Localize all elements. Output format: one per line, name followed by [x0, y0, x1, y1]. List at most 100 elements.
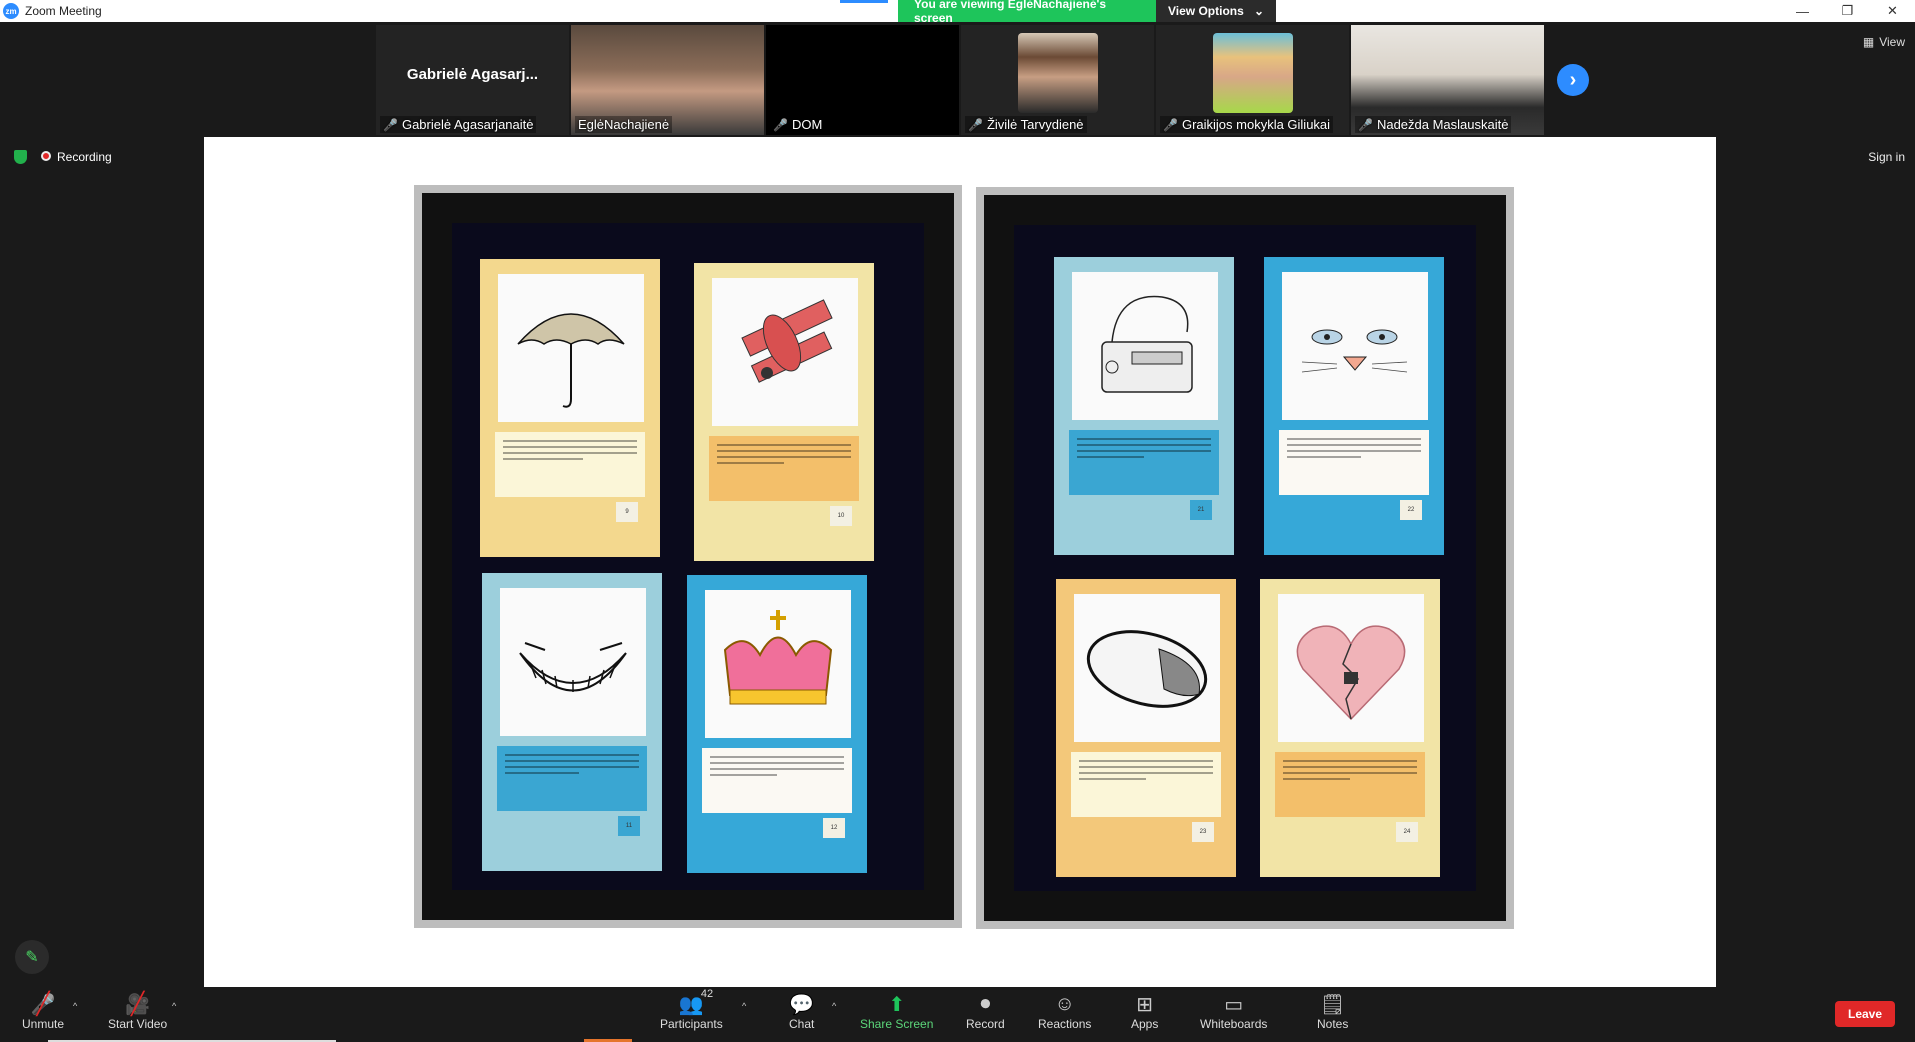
participant-label: 🎤 Nadežda Maslauskaitė	[1355, 116, 1512, 133]
whiteboards-button[interactable]: ▭ Whiteboards	[1200, 991, 1268, 1032]
view-layout-button[interactable]: ▦ View	[1863, 35, 1905, 49]
start-video-button[interactable]: 🎥 ╱ Start Video	[108, 991, 167, 1031]
participant-label: 🎤 Živilė Tarvydienė	[965, 116, 1087, 133]
participant-name: DOM	[791, 117, 823, 132]
notes-button[interactable]: 🗒 Notes	[1317, 991, 1349, 1032]
view-options-label: View Options	[1168, 4, 1244, 18]
mic-off-icon: 🎤 ╱	[30, 991, 56, 1016]
participant-name: Živilė Tarvydienė	[986, 117, 1084, 132]
card-number: 12	[823, 818, 845, 838]
viewing-banner: You are viewing EglėNachajienė's screen …	[898, 0, 1278, 25]
participant-tile[interactable]: 🎤 Nadežda Maslauskaitė	[1351, 25, 1544, 135]
participant-name: EglėNachajienė	[578, 117, 670, 132]
reactions-button[interactable]: ☺ Reactions	[1038, 991, 1092, 1032]
artwork-card: 21	[1054, 257, 1234, 555]
whiteboards-label: Whiteboards	[1200, 1017, 1268, 1031]
chat-icon: 💬	[789, 993, 815, 1016]
artwork-card: 12	[687, 575, 867, 873]
annotate-button[interactable]: ✎	[15, 940, 49, 974]
participant-tile[interactable]: Gabrielė Agasarj... 🎤 Gabrielė Agasarjan…	[376, 25, 569, 135]
artwork-image	[712, 278, 858, 426]
participant-tile[interactable]: 🎤 Živilė Tarvydienė	[961, 25, 1154, 135]
window-controls: — ❐ ✕	[1780, 0, 1915, 22]
artwork-caption	[1069, 430, 1219, 495]
artwork-card: 22	[1264, 257, 1444, 555]
video-options-caret[interactable]: ^	[172, 1001, 176, 1011]
audio-options-caret[interactable]: ^	[73, 1001, 77, 1011]
reactions-label: Reactions	[1038, 1017, 1092, 1031]
artwork-caption	[1275, 752, 1425, 817]
share-screen-icon: ⬆	[888, 993, 906, 1016]
participants-label: Participants	[660, 1017, 723, 1031]
chat-options-caret[interactable]: ^	[832, 1001, 836, 1011]
participants-button[interactable]: 👥 42 Participants	[660, 988, 723, 1031]
artwork-board-right: 21 22 23 24	[976, 187, 1514, 929]
participant-name: Nadežda Maslauskaitė	[1376, 117, 1509, 132]
restore-button[interactable]: ❐	[1825, 0, 1870, 22]
video-gallery-strip: Gabrielė Agasarj... 🎤 Gabrielė Agasarjan…	[376, 25, 1544, 135]
artwork-image	[1278, 594, 1424, 742]
chevron-down-icon: ⌄	[1253, 4, 1264, 18]
unmute-button[interactable]: 🎤 ╱ Unmute	[22, 991, 64, 1031]
recording-indicator[interactable]: Recording	[41, 150, 112, 164]
umbrella-icon	[517, 313, 625, 408]
artwork-caption	[1071, 752, 1221, 817]
notes-label: Notes	[1317, 1017, 1349, 1031]
shared-screen: 9 10 11 12 21 22 23 24	[204, 137, 1716, 987]
security-shield-icon[interactable]	[14, 150, 27, 164]
artwork-image	[1282, 272, 1428, 420]
artwork-image	[1072, 272, 1218, 420]
record-label: Record	[966, 1017, 1005, 1031]
artwork-card: 10	[694, 263, 874, 561]
grin-icon	[519, 642, 627, 692]
artwork-image	[705, 590, 851, 738]
artwork-caption	[495, 432, 645, 497]
view-options-button[interactable]: View Options ⌄	[1156, 0, 1276, 22]
apps-icon: ⊞	[1136, 993, 1154, 1016]
artwork-card: 23	[1056, 579, 1236, 877]
participant-tile[interactable]: 🎤 DOM	[766, 25, 959, 135]
close-button[interactable]: ✕	[1870, 0, 1915, 22]
mic-muted-icon: 🎤	[773, 117, 788, 132]
record-icon: ⏺	[980, 992, 991, 1015]
drag-handle[interactable]	[840, 0, 888, 3]
apps-button[interactable]: ⊞ Apps	[1131, 991, 1159, 1032]
zoom-logo-icon: zm	[3, 3, 19, 19]
participants-count: 42	[700, 988, 714, 1000]
participants-icon: 👥 42	[678, 988, 714, 1016]
artwork-image	[498, 274, 644, 422]
chat-label: Chat	[789, 1017, 815, 1031]
sign-in-link[interactable]: Sign in	[1868, 150, 1905, 164]
share-screen-button[interactable]: ⬆ Share Screen	[860, 991, 934, 1032]
participants-options-caret[interactable]: ^	[742, 1001, 746, 1011]
meeting-status: Recording	[14, 150, 112, 164]
participant-label: 🎤 Gabrielė Agasarjanaitė	[380, 116, 537, 133]
artwork-caption	[497, 746, 647, 811]
chat-button[interactable]: 💬 Chat	[789, 991, 815, 1032]
participant-avatar	[1212, 33, 1293, 113]
leave-button[interactable]: Leave	[1835, 1001, 1895, 1027]
artwork-card: 9	[480, 259, 660, 557]
apps-label: Apps	[1131, 1017, 1159, 1031]
mic-muted-icon: 🎤	[1358, 117, 1373, 132]
share-screen-label: Share Screen	[860, 1017, 934, 1031]
record-button[interactable]: ⏺ Record	[966, 991, 1005, 1032]
broken-heart-icon	[1296, 625, 1406, 721]
cat-face-icon	[1301, 329, 1408, 373]
notes-icon: 🗒	[1319, 993, 1346, 1016]
window-title: Zoom Meeting	[25, 4, 102, 18]
participant-name: Gabrielė Agasarjanaitė	[401, 117, 534, 132]
radio-icon	[1101, 295, 1193, 393]
participant-label: EglėNachajienė	[575, 116, 673, 133]
participant-tile[interactable]: 🎤 Graikijos mokykla Giliukai	[1156, 25, 1349, 135]
next-page-button[interactable]: ›	[1557, 64, 1589, 96]
card-number: 10	[830, 506, 852, 526]
view-label: View	[1879, 35, 1905, 49]
mic-muted-icon: 🎤	[383, 117, 398, 132]
artwork-caption	[702, 748, 852, 813]
mic-muted-icon: 🎤	[968, 117, 983, 132]
participant-tile-active-speaker[interactable]: EglėNachajienė	[571, 25, 764, 135]
record-dot-icon	[41, 151, 51, 161]
minimize-button[interactable]: —	[1780, 0, 1825, 22]
chevron-right-icon: ›	[1569, 68, 1577, 91]
